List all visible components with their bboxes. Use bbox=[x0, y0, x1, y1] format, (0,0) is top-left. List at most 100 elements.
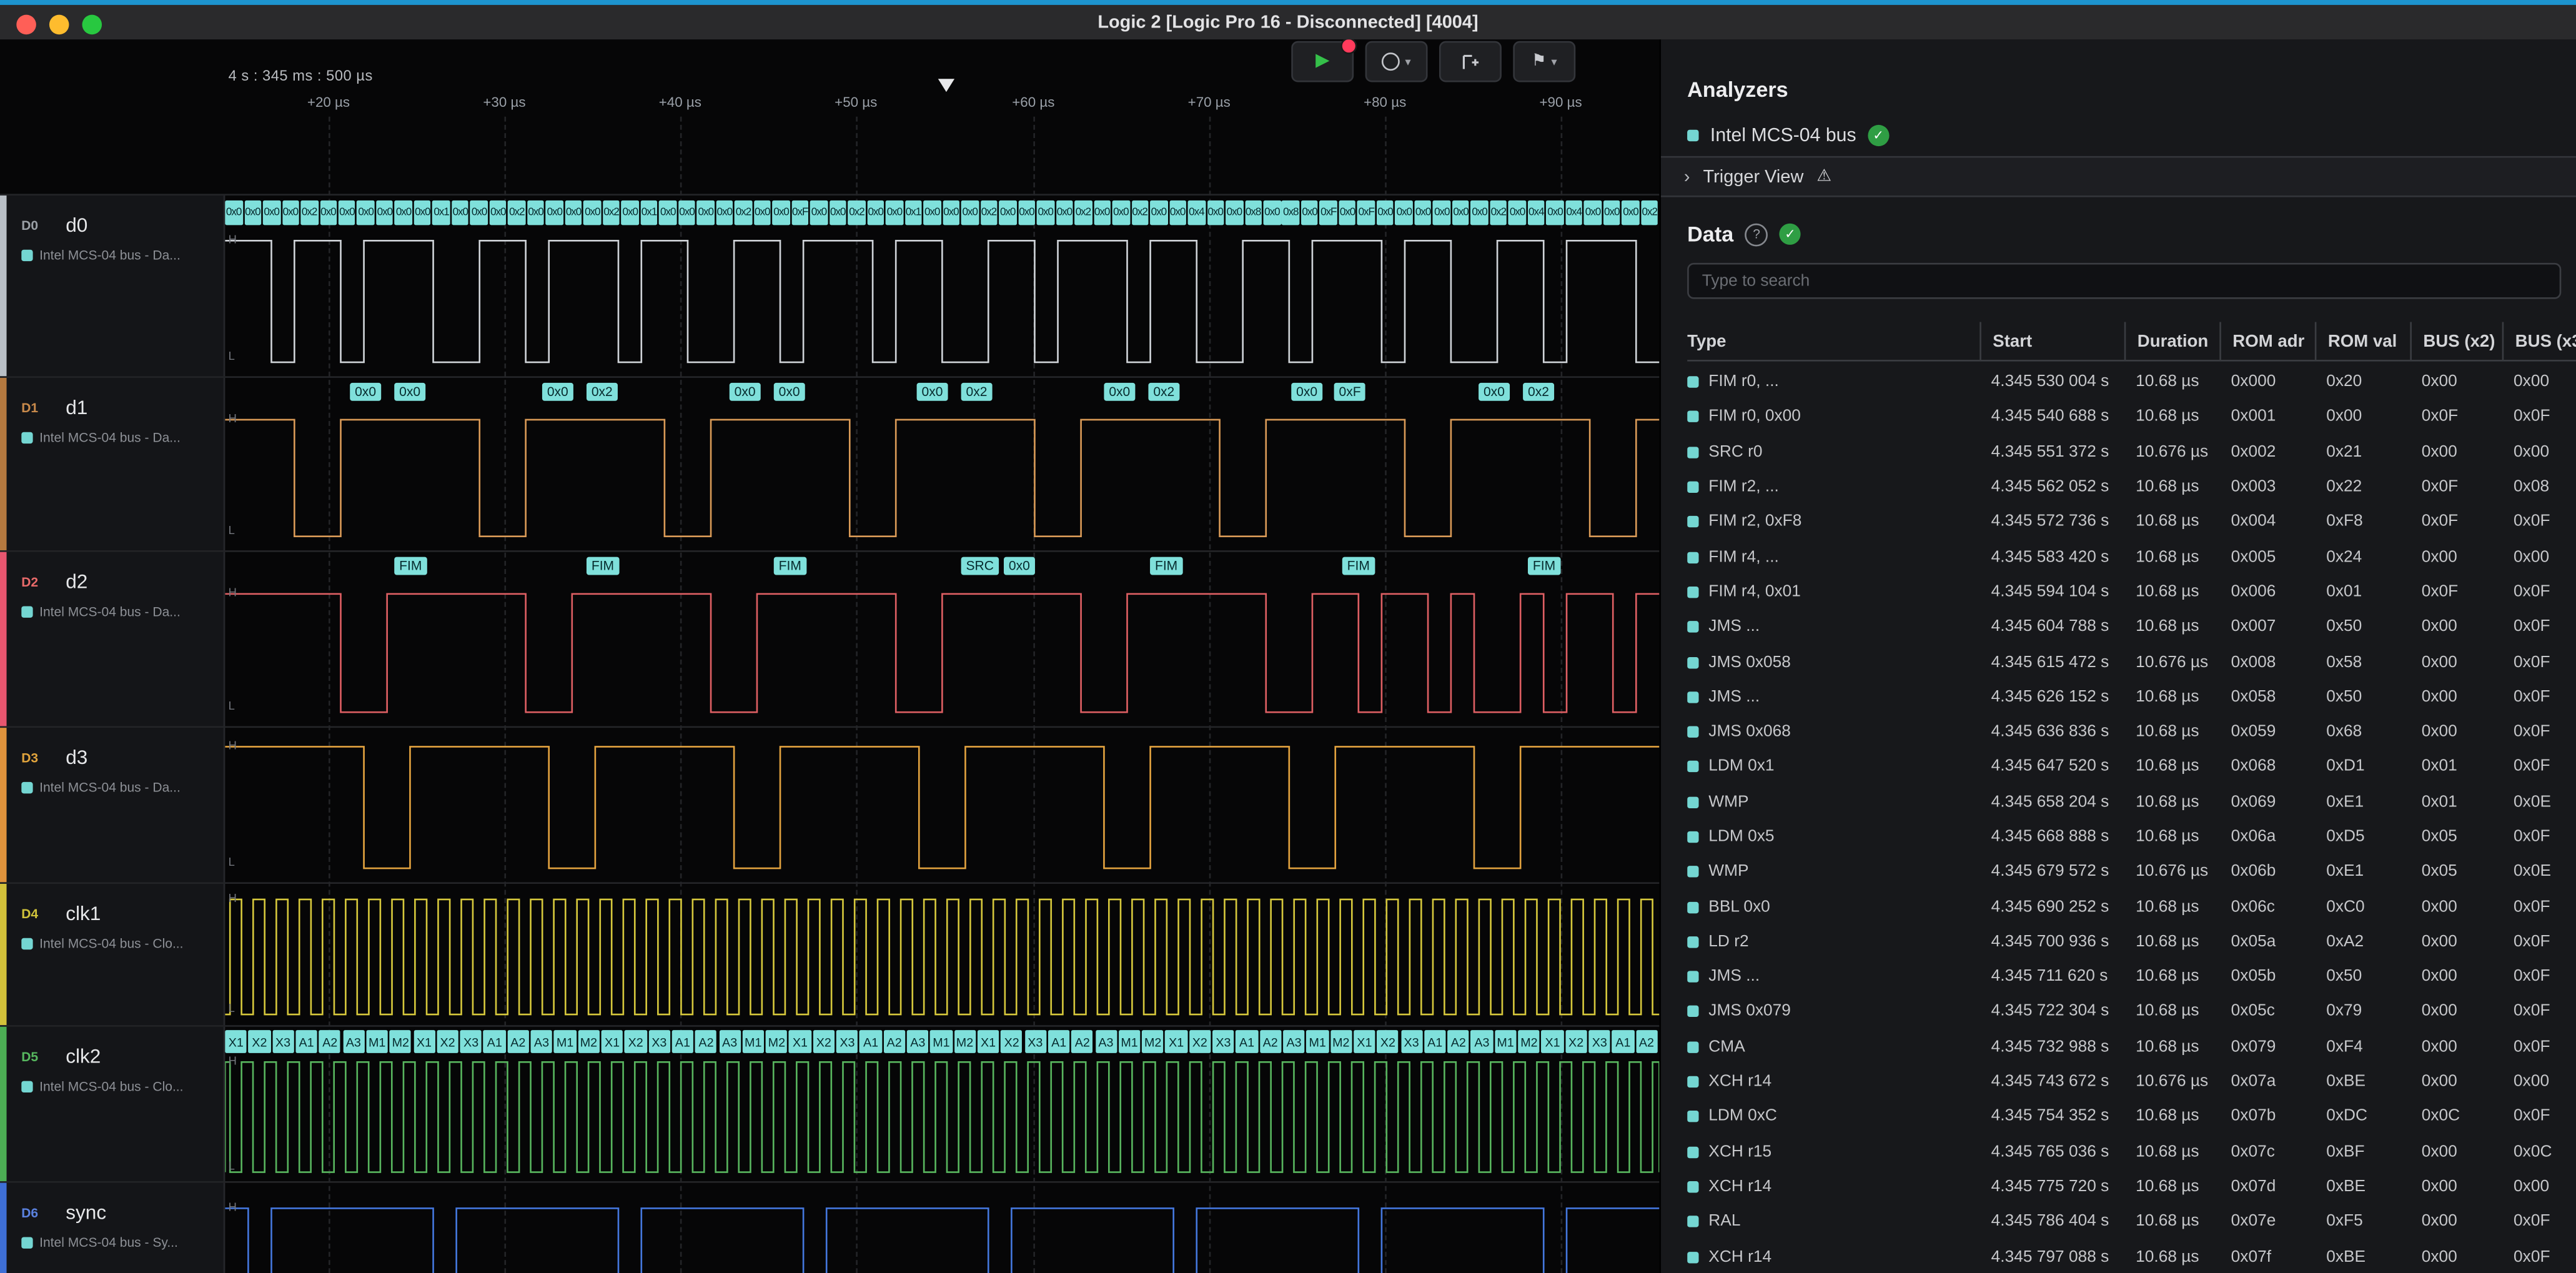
table-row[interactable]: BBL 0x04.345 690 252 s10.68 µs0x06c0xC00… bbox=[1687, 889, 2576, 924]
bus-annotation[interactable]: 0x0 bbox=[622, 201, 639, 225]
bus-annotation[interactable]: 0x0 bbox=[730, 383, 761, 401]
bus-annotation[interactable]: 0x0 bbox=[659, 201, 676, 225]
bus-annotation[interactable]: FIM bbox=[587, 557, 619, 575]
bus-annotation[interactable]: 0x2 bbox=[980, 201, 998, 225]
bus-annotation[interactable]: FIM bbox=[1342, 557, 1375, 575]
bus-annotation[interactable]: FIM bbox=[774, 557, 806, 575]
timeline-ruler[interactable]: +20 µs+30 µs+40 µs+50 µs+60 µs+70 µs+80 … bbox=[225, 94, 1659, 117]
bus-annotation[interactable]: 0x0 bbox=[867, 201, 884, 225]
bus-annotation[interactable]: 0x0 bbox=[546, 201, 563, 225]
cycle-state-annotation[interactable]: X2 bbox=[625, 1030, 646, 1053]
bus-annotation[interactable]: 0x0 bbox=[1226, 201, 1243, 225]
bus-annotation[interactable]: 0xF bbox=[1357, 201, 1375, 225]
bus-annotation[interactable]: 0x0 bbox=[414, 201, 431, 225]
table-row[interactable]: RAL4.345 786 404 s10.68 µs0x07e0xF50x000… bbox=[1687, 1204, 2576, 1239]
bus-annotation[interactable]: 0x0 bbox=[810, 201, 828, 225]
bus-annotation[interactable]: 0x0 bbox=[678, 201, 696, 225]
cycle-state-annotation[interactable]: A1 bbox=[671, 1030, 693, 1053]
waveform-d4[interactable] bbox=[225, 897, 1659, 1017]
bus-annotation[interactable]: 0x0 bbox=[917, 383, 948, 401]
bus-annotation[interactable]: 0x2 bbox=[603, 201, 620, 225]
waveform-region-d5[interactable]: X1X2X3A1A2A3M1M2X1X2X3A1A2A3M1M2X1X2X3A1… bbox=[225, 1027, 1659, 1181]
cycle-state-annotation[interactable]: A1 bbox=[1424, 1030, 1446, 1053]
table-row[interactable]: CMA4.345 732 988 s10.68 µs0x0790xF40x000… bbox=[1687, 1029, 2576, 1064]
bus-annotation[interactable]: 0x0 bbox=[886, 201, 903, 225]
search-input[interactable] bbox=[1687, 263, 2561, 299]
bus-annotation[interactable]: 0x0 bbox=[263, 201, 280, 225]
bus-annotation[interactable]: 0x0 bbox=[489, 201, 507, 225]
cycle-state-annotation[interactable]: A3 bbox=[342, 1030, 364, 1053]
bus-annotation[interactable]: 0x0 bbox=[1093, 201, 1111, 225]
bus-annotation[interactable]: 0x0 bbox=[774, 383, 805, 401]
channel-header-d3[interactable]: D3d3Intel MCS-04 bus - Da... bbox=[0, 728, 225, 882]
table-row[interactable]: XCH r144.345 797 088 s10.68 µs0x07f0xBE0… bbox=[1687, 1239, 2576, 1273]
bus-annotation[interactable]: 0x0 bbox=[1264, 201, 1281, 225]
column-header-duration[interactable]: Duration bbox=[2124, 322, 2220, 359]
bus-annotation[interactable]: 0x0 bbox=[923, 201, 941, 225]
cycle-state-annotation[interactable]: X2 bbox=[1189, 1030, 1211, 1053]
cycle-state-annotation[interactable]: X3 bbox=[1400, 1030, 1422, 1053]
bus-annotation[interactable]: 0x0 bbox=[829, 201, 846, 225]
bus-annotation[interactable]: FIM bbox=[1528, 557, 1560, 575]
cycle-state-annotation[interactable]: A3 bbox=[1283, 1030, 1305, 1053]
waveform-d3[interactable] bbox=[225, 744, 1659, 871]
cycle-state-annotation[interactable]: M1 bbox=[1119, 1030, 1141, 1053]
cycle-state-annotation[interactable]: X1 bbox=[602, 1030, 623, 1053]
cycle-state-annotation[interactable]: X3 bbox=[1024, 1030, 1046, 1053]
channel-header-d5[interactable]: D5clk2Intel MCS-04 bus - Clo... bbox=[0, 1027, 225, 1181]
table-row[interactable]: FIM r2, 0xF84.345 572 736 s10.68 µs0x004… bbox=[1687, 505, 2576, 540]
bus-annotation[interactable]: 0x2 bbox=[1490, 201, 1507, 225]
channel-header-d1[interactable]: D1d1Intel MCS-04 bus - Da... bbox=[0, 378, 225, 550]
measurements-button[interactable] bbox=[1439, 41, 1502, 82]
waveform-region-d1[interactable]: 0x00x00x00x20x00x00x00x20x00x20x00xF0x00… bbox=[225, 378, 1659, 550]
bus-annotation[interactable]: 0xF bbox=[791, 201, 809, 225]
bus-annotation[interactable]: 0x0 bbox=[1339, 201, 1356, 225]
table-row[interactable]: JMS ...4.345 626 152 s10.68 µs0x0580x500… bbox=[1687, 680, 2576, 715]
bus-annotation[interactable]: 0x0 bbox=[470, 201, 488, 225]
bus-annotation[interactable]: 0x0 bbox=[716, 201, 733, 225]
table-row[interactable]: XCH r144.345 775 720 s10.68 µs0x07d0xBE0… bbox=[1687, 1169, 2576, 1204]
table-row[interactable]: XCH r144.345 743 672 s10.676 µs0x07a0xBE… bbox=[1687, 1064, 2576, 1099]
cycle-state-annotation[interactable]: X3 bbox=[1212, 1030, 1234, 1053]
bus-annotation[interactable]: 0x0 bbox=[225, 201, 242, 225]
cycle-state-annotation[interactable]: A3 bbox=[719, 1030, 741, 1053]
waveform-d6[interactable] bbox=[225, 1206, 1659, 1273]
bus-annotation[interactable]: 0x0 bbox=[1395, 201, 1413, 225]
waveform-region-d0[interactable]: 0x00x00x00x00x20x00x00x00x00x00x00x10x00… bbox=[225, 196, 1659, 376]
cycle-state-annotation[interactable]: A2 bbox=[507, 1030, 529, 1053]
cycle-state-annotation[interactable]: A3 bbox=[907, 1030, 929, 1053]
cycle-state-annotation[interactable]: X1 bbox=[789, 1030, 811, 1053]
bus-annotation[interactable]: 0x0 bbox=[1112, 201, 1130, 225]
table-row[interactable]: FIM r2, ...4.345 562 052 s10.68 µs0x0030… bbox=[1687, 470, 2576, 505]
bus-annotation[interactable]: 0x0 bbox=[773, 201, 790, 225]
table-row[interactable]: SRC r04.345 551 372 s10.676 µs0x0020x210… bbox=[1687, 435, 2576, 470]
cycle-state-annotation[interactable]: A2 bbox=[1447, 1030, 1469, 1053]
column-header-bus-x2-[interactable]: BUS (x2) bbox=[2410, 322, 2502, 359]
bus-annotation[interactable]: 0x0 bbox=[1414, 201, 1432, 225]
bus-annotation[interactable]: 0xF bbox=[1334, 383, 1366, 401]
cycle-state-annotation[interactable]: X3 bbox=[836, 1030, 858, 1053]
cycle-state-annotation[interactable]: M1 bbox=[1495, 1030, 1517, 1053]
cycle-state-annotation[interactable]: X1 bbox=[1166, 1030, 1187, 1053]
bus-annotation[interactable]: 0x4 bbox=[1565, 201, 1583, 225]
bus-annotation[interactable]: 0x4 bbox=[1188, 201, 1206, 225]
bus-annotation[interactable]: 0x2 bbox=[587, 383, 618, 401]
bus-annotation[interactable]: 0x0 bbox=[282, 201, 299, 225]
column-header-type[interactable]: Type bbox=[1687, 322, 1979, 359]
waveform-d0[interactable] bbox=[225, 238, 1659, 365]
channel-header-d4[interactable]: D4clk1Intel MCS-04 bus - Clo... bbox=[0, 884, 225, 1025]
table-row[interactable]: JMS 0x0684.345 636 836 s10.68 µs0x0590x6… bbox=[1687, 715, 2576, 750]
cycle-state-annotation[interactable]: M1 bbox=[930, 1030, 952, 1053]
bus-annotation[interactable]: 0x0 bbox=[1547, 201, 1564, 225]
column-header-bus-x3-[interactable]: BUS (x3) bbox=[2502, 322, 2576, 359]
channel-header-d0[interactable]: D0d0Intel MCS-04 bus - Da... bbox=[0, 196, 225, 376]
table-row[interactable]: XCH r154.345 765 036 s10.68 µs0x07c0xBF0… bbox=[1687, 1134, 2576, 1169]
bus-annotation[interactable]: 0x0 bbox=[1169, 201, 1186, 225]
table-row[interactable]: WMP4.345 679 572 s10.676 µs0x06b0xE10x05… bbox=[1687, 854, 2576, 889]
table-row[interactable]: LDM 0x14.345 647 520 s10.68 µs0x0680xD10… bbox=[1687, 750, 2576, 785]
bus-annotation[interactable]: 0x0 bbox=[697, 201, 715, 225]
bus-annotation[interactable]: 0x0 bbox=[527, 201, 545, 225]
cycle-state-annotation[interactable]: A3 bbox=[1095, 1030, 1117, 1053]
bus-annotation[interactable]: 0x0 bbox=[1150, 201, 1167, 225]
cycle-state-annotation[interactable]: M2 bbox=[390, 1030, 412, 1053]
